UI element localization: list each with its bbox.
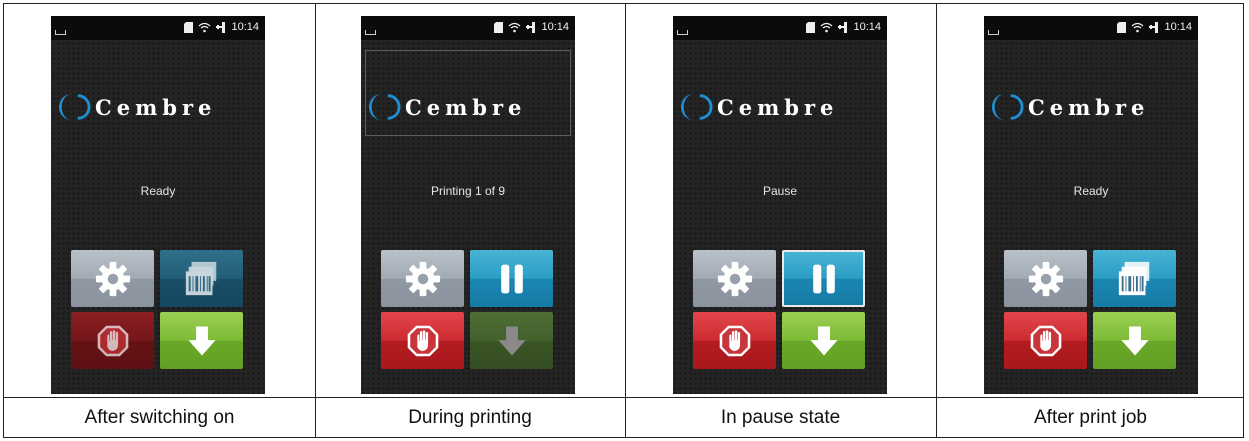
sd-card-icon bbox=[494, 21, 504, 33]
input-marker-icon bbox=[55, 30, 66, 35]
settings-button[interactable] bbox=[1004, 250, 1087, 307]
settings-button[interactable] bbox=[693, 250, 776, 307]
sd-card-icon bbox=[806, 21, 816, 33]
gear-icon bbox=[1027, 260, 1065, 298]
clock: 10:14 bbox=[541, 21, 569, 33]
stop-hand-icon bbox=[406, 324, 440, 358]
cembre-logo-icon bbox=[990, 90, 1024, 124]
label-preview-button[interactable] bbox=[160, 250, 243, 307]
caption-1: After switching on bbox=[84, 407, 235, 428]
cembre-logo-icon bbox=[57, 90, 91, 124]
wifi-icon bbox=[199, 22, 211, 32]
ethernet-icon bbox=[216, 21, 226, 33]
label-preview-button[interactable] bbox=[1093, 250, 1176, 307]
cancel-button[interactable] bbox=[71, 312, 154, 369]
feed-button[interactable] bbox=[470, 312, 553, 369]
input-marker-icon bbox=[988, 30, 999, 35]
cancel-button[interactable] bbox=[381, 312, 464, 369]
pause-button[interactable] bbox=[782, 250, 865, 307]
sd-card-icon bbox=[1117, 21, 1127, 33]
feed-button[interactable] bbox=[160, 312, 243, 369]
cembre-logo-icon bbox=[679, 90, 713, 124]
brand-logo: Cembre bbox=[990, 90, 1149, 124]
arrow-down-icon bbox=[807, 324, 841, 358]
pause-button[interactable] bbox=[470, 250, 553, 307]
column-divider bbox=[936, 4, 937, 437]
cancel-button[interactable] bbox=[693, 312, 776, 369]
clock: 10:14 bbox=[853, 21, 881, 33]
clock: 10:14 bbox=[231, 21, 259, 33]
cembre-logo-icon bbox=[367, 90, 401, 124]
ethernet-icon bbox=[526, 21, 536, 33]
status-message: Pause bbox=[762, 184, 798, 198]
caption-3: In pause state bbox=[720, 407, 841, 428]
label-stack-icon bbox=[183, 260, 221, 298]
arrow-down-icon bbox=[185, 324, 219, 358]
pause-icon bbox=[806, 261, 842, 297]
clock: 10:14 bbox=[1164, 21, 1192, 33]
sd-card-icon bbox=[184, 21, 194, 33]
brand-logo: Cembre bbox=[679, 90, 838, 124]
settings-button[interactable] bbox=[381, 250, 464, 307]
arrow-down-icon bbox=[1118, 324, 1152, 358]
printer-screen-3: 10:14 Cembre Pause bbox=[673, 16, 887, 394]
wifi-icon bbox=[821, 22, 833, 32]
cancel-button[interactable] bbox=[1004, 312, 1087, 369]
column-divider bbox=[315, 4, 316, 437]
wifi-icon bbox=[1132, 22, 1144, 32]
status-bar: 10:14 bbox=[361, 16, 575, 40]
pause-icon bbox=[494, 261, 530, 297]
input-marker-icon bbox=[677, 30, 688, 35]
gear-icon bbox=[716, 260, 754, 298]
stop-hand-icon bbox=[1029, 324, 1063, 358]
column-divider bbox=[625, 4, 626, 437]
label-stack-icon bbox=[1116, 260, 1154, 298]
wifi-icon bbox=[509, 22, 521, 32]
status-message: Ready bbox=[140, 184, 176, 198]
settings-button[interactable] bbox=[71, 250, 154, 307]
status-bar: 10:14 bbox=[51, 16, 265, 40]
brand-logo: Cembre bbox=[57, 90, 216, 124]
stop-hand-icon bbox=[96, 324, 130, 358]
caption-4: After print job bbox=[1034, 407, 1147, 428]
status-message: Printing 1 of 9 bbox=[430, 184, 506, 198]
ethernet-icon bbox=[1149, 21, 1159, 33]
caption-2: During printing bbox=[408, 407, 532, 428]
brand-logo: Cembre bbox=[367, 90, 526, 124]
input-marker-icon bbox=[365, 30, 376, 35]
figure-table: 10:14 Cembre Ready After switching on 10… bbox=[3, 3, 1244, 438]
stop-hand-icon bbox=[718, 324, 752, 358]
status-message: Ready bbox=[1073, 184, 1109, 198]
gear-icon bbox=[404, 260, 442, 298]
printer-screen-1: 10:14 Cembre Ready bbox=[51, 16, 265, 394]
gear-icon bbox=[94, 260, 132, 298]
feed-button[interactable] bbox=[782, 312, 865, 369]
printer-screen-2: 10:14 Cembre Printing 1 of 9 bbox=[361, 16, 575, 394]
ethernet-icon bbox=[838, 21, 848, 33]
feed-button[interactable] bbox=[1093, 312, 1176, 369]
printer-screen-4: 10:14 Cembre Ready bbox=[984, 16, 1198, 394]
arrow-down-icon bbox=[495, 324, 529, 358]
status-bar: 10:14 bbox=[984, 16, 1198, 40]
status-bar: 10:14 bbox=[673, 16, 887, 40]
